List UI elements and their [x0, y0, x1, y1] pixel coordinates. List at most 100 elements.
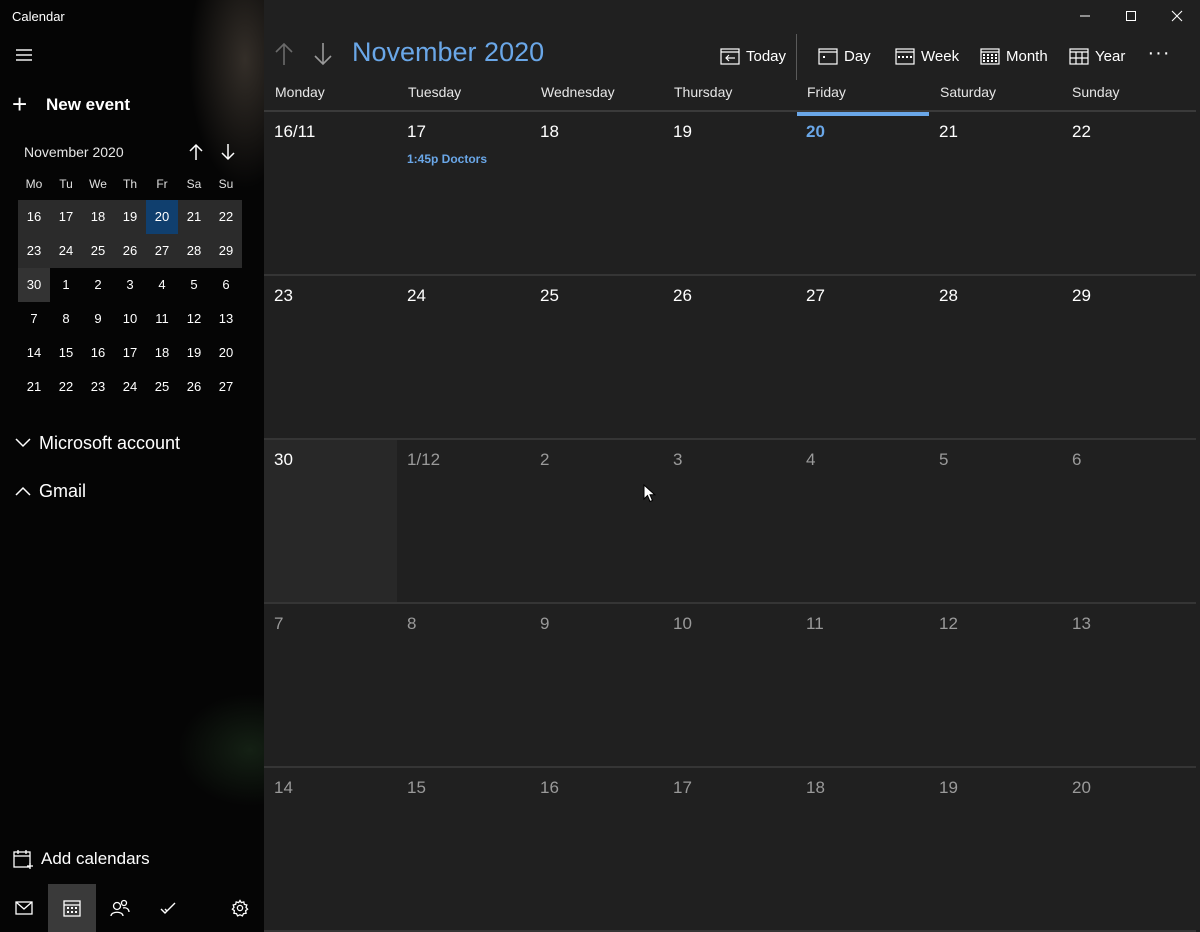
mini-day[interactable]: 20 [210, 336, 242, 370]
mini-next-month-button[interactable] [218, 142, 238, 162]
day-cell[interactable]: 26 [663, 276, 796, 438]
mini-day[interactable]: 6 [210, 268, 242, 302]
day-cell-today[interactable]: 20 [796, 112, 929, 274]
day-cell[interactable]: 7 [264, 604, 397, 766]
mini-day[interactable]: 27 [146, 234, 178, 268]
day-cell[interactable]: 5 [929, 440, 1062, 602]
day-cell[interactable]: 3 [663, 440, 796, 602]
day-cell[interactable]: 23 [264, 276, 397, 438]
calendar-event[interactable]: 1:45p Doctors [407, 152, 487, 166]
mini-day[interactable]: 27 [210, 370, 242, 404]
add-calendars-button[interactable]: Add calendars [12, 848, 150, 870]
mini-day[interactable]: 4 [146, 268, 178, 302]
day-cell[interactable]: 18 [796, 768, 929, 930]
day-cell[interactable]: 12 [929, 604, 1062, 766]
mini-day[interactable]: 9 [82, 302, 114, 336]
minimize-button[interactable] [1062, 0, 1108, 32]
day-cell[interactable]: 16 [530, 768, 663, 930]
mini-day[interactable]: 8 [50, 302, 82, 336]
day-cell[interactable]: 14 [264, 768, 397, 930]
day-cell[interactable]: 18 [530, 112, 663, 274]
day-cell[interactable]: 21 [929, 112, 1062, 274]
more-options-button[interactable]: ··· [1144, 42, 1174, 70]
mini-day[interactable]: 19 [178, 336, 210, 370]
mini-day[interactable]: 29 [210, 234, 242, 268]
mini-day[interactable]: 18 [82, 200, 114, 234]
mini-day[interactable]: 3 [114, 268, 146, 302]
people-icon[interactable] [96, 884, 144, 932]
todo-icon[interactable] [144, 884, 192, 932]
mini-day[interactable]: 11 [146, 302, 178, 336]
day-cell[interactable]: 25 [530, 276, 663, 438]
week-view-button[interactable]: Week [895, 42, 959, 70]
mini-day[interactable]: 16 [18, 200, 50, 234]
mini-day[interactable]: 2 [82, 268, 114, 302]
mini-day[interactable]: 25 [82, 234, 114, 268]
mini-day[interactable]: 30 [18, 268, 50, 302]
day-cell[interactable]: 24 [397, 276, 530, 438]
mini-day[interactable]: 13 [210, 302, 242, 336]
day-cell[interactable]: 22 [1062, 112, 1196, 274]
mini-day[interactable]: 15 [50, 336, 82, 370]
day-cell[interactable]: 20 [1062, 768, 1196, 930]
mini-previous-month-button[interactable] [186, 142, 206, 162]
mini-day[interactable]: 25 [146, 370, 178, 404]
previous-month-button[interactable] [271, 40, 297, 68]
mini-day[interactable]: 12 [178, 302, 210, 336]
calendar-icon[interactable] [48, 884, 96, 932]
day-cell[interactable]: 19 [663, 112, 796, 274]
account-microsoft[interactable]: Microsoft account [14, 431, 180, 455]
month-view-button[interactable]: Month [980, 42, 1048, 70]
today-button[interactable]: Today [720, 42, 786, 70]
mini-day[interactable]: 18 [146, 336, 178, 370]
day-cell[interactable]: 17 1:45p Doctors [397, 112, 530, 274]
mini-day[interactable]: 10 [114, 302, 146, 336]
maximize-button[interactable] [1108, 0, 1154, 32]
day-cell[interactable]: 16/11 [264, 112, 397, 274]
day-cell[interactable]: 30 [264, 440, 397, 602]
day-cell[interactable]: 29 [1062, 276, 1196, 438]
year-view-button[interactable]: Year [1069, 42, 1125, 70]
mini-day-today[interactable]: 20 [146, 200, 178, 234]
account-gmail[interactable]: Gmail [14, 479, 86, 503]
mini-day[interactable]: 7 [18, 302, 50, 336]
mini-day[interactable]: 28 [178, 234, 210, 268]
day-cell[interactable]: 19 [929, 768, 1062, 930]
mini-day[interactable]: 17 [114, 336, 146, 370]
mini-day[interactable]: 23 [18, 234, 50, 268]
mini-calendar-month-label[interactable]: November 2020 [24, 144, 124, 160]
day-cell[interactable]: 9 [530, 604, 663, 766]
day-cell[interactable]: 27 [796, 276, 929, 438]
day-view-button[interactable]: Day [818, 42, 871, 70]
day-cell[interactable]: 15 [397, 768, 530, 930]
mini-day[interactable]: 23 [82, 370, 114, 404]
day-cell[interactable]: 17 [663, 768, 796, 930]
new-event-button[interactable]: + New event [12, 91, 130, 118]
mini-day[interactable]: 21 [18, 370, 50, 404]
day-cell[interactable]: 8 [397, 604, 530, 766]
mini-day[interactable]: 14 [18, 336, 50, 370]
day-cell[interactable]: 4 [796, 440, 929, 602]
mini-day[interactable]: 22 [210, 200, 242, 234]
next-month-button[interactable] [310, 40, 336, 68]
day-cell[interactable]: 11 [796, 604, 929, 766]
mini-day[interactable]: 1 [50, 268, 82, 302]
mini-day[interactable]: 24 [50, 234, 82, 268]
close-button[interactable] [1154, 0, 1200, 32]
mini-day[interactable]: 26 [178, 370, 210, 404]
day-cell[interactable]: 6 [1062, 440, 1196, 602]
mini-day[interactable]: 21 [178, 200, 210, 234]
day-cell[interactable]: 2 [530, 440, 663, 602]
day-cell[interactable]: 10 [663, 604, 796, 766]
mail-icon[interactable] [0, 884, 48, 932]
month-title[interactable]: November 2020 [352, 37, 544, 68]
hamburger-menu-icon[interactable] [14, 46, 36, 66]
mini-day[interactable]: 16 [82, 336, 114, 370]
day-cell[interactable]: 28 [929, 276, 1062, 438]
mini-day[interactable]: 5 [178, 268, 210, 302]
mini-day[interactable]: 26 [114, 234, 146, 268]
settings-icon[interactable] [216, 884, 264, 932]
day-cell[interactable]: 13 [1062, 604, 1196, 766]
mini-day[interactable]: 22 [50, 370, 82, 404]
day-cell[interactable]: 1/12 [397, 440, 530, 602]
